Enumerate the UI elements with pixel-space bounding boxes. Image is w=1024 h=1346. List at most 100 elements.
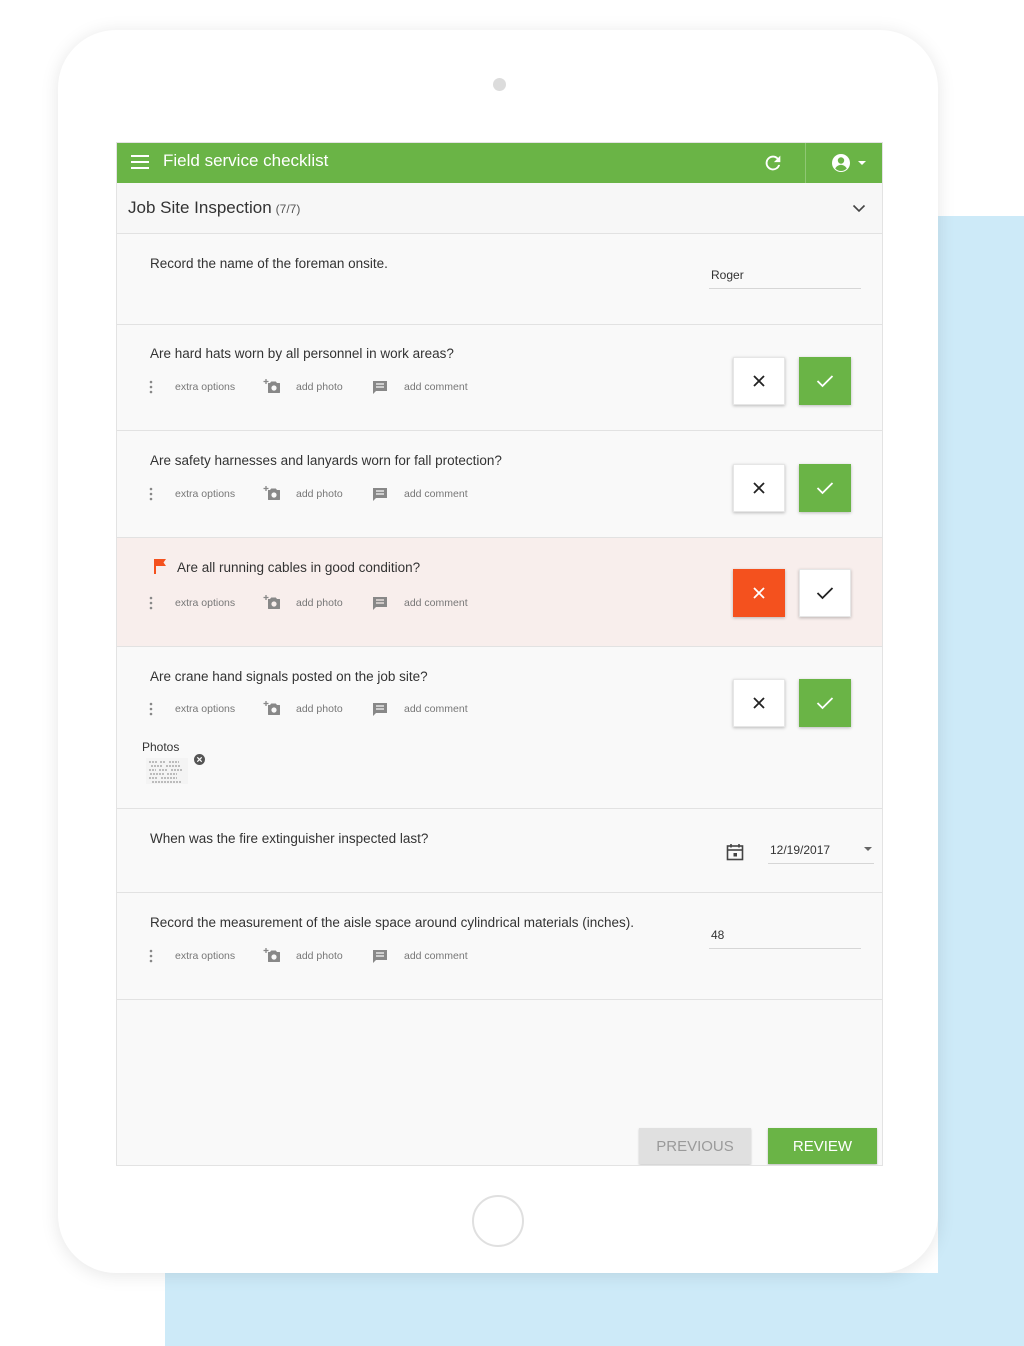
add-photo-icon bbox=[263, 701, 280, 715]
add-photo-icon bbox=[263, 379, 280, 393]
add-comment-button[interactable]: add comment bbox=[372, 485, 468, 503]
question-text: Record the name of the foreman onsite. bbox=[150, 256, 388, 271]
remove-photo-icon[interactable] bbox=[194, 754, 205, 765]
add-comment-label: add comment bbox=[404, 381, 468, 393]
question-text: When was the fire extinguisher inspected… bbox=[150, 831, 429, 846]
comment-icon bbox=[373, 596, 387, 610]
question-text: Record the measurement of the aisle spac… bbox=[150, 915, 634, 930]
more-vert-icon bbox=[149, 949, 153, 963]
app-bar: Field service checklist bbox=[117, 143, 882, 183]
extra-options-button[interactable]: extra options bbox=[148, 947, 235, 965]
answer-yes-button[interactable] bbox=[799, 569, 851, 617]
check-icon bbox=[816, 587, 834, 600]
extra-options-button[interactable]: extra options bbox=[148, 594, 235, 612]
extra-options-label: extra options bbox=[175, 950, 236, 962]
menu-icon[interactable] bbox=[131, 155, 149, 169]
comment-icon bbox=[373, 702, 387, 716]
caret-down-icon bbox=[864, 847, 872, 851]
check-icon bbox=[816, 375, 834, 388]
question-text: Are safety harnesses and lanyards worn f… bbox=[150, 453, 502, 468]
check-icon bbox=[816, 697, 834, 710]
app-screen: Field service checklist Job Site Inspect… bbox=[116, 142, 883, 1166]
question-text: Are all running cables in good condition… bbox=[177, 560, 421, 575]
extra-options-button[interactable]: extra options bbox=[148, 378, 235, 396]
add-comment-label: add comment bbox=[404, 950, 468, 962]
answer-yes-button[interactable] bbox=[799, 357, 851, 405]
review-button[interactable]: REVIEW bbox=[768, 1128, 877, 1164]
add-photo-label: add photo bbox=[296, 703, 343, 715]
close-icon bbox=[753, 482, 765, 494]
add-photo-button[interactable]: add photo bbox=[263, 947, 343, 965]
section-title: Job Site Inspection (7/7) bbox=[128, 198, 300, 218]
date-value: 12/19/2017 bbox=[770, 843, 831, 857]
answer-no-button[interactable] bbox=[733, 679, 785, 727]
extra-options-label: extra options bbox=[175, 703, 236, 715]
more-vert-icon bbox=[149, 596, 153, 610]
background-decoration bbox=[938, 216, 1024, 1346]
check-icon bbox=[816, 482, 834, 495]
question-text: Are crane hand signals posted on the job… bbox=[150, 669, 428, 684]
add-photo-button[interactable]: add photo bbox=[263, 700, 343, 718]
account-circle-icon[interactable] bbox=[831, 151, 871, 175]
section-title-text: Job Site Inspection bbox=[128, 198, 272, 217]
comment-icon bbox=[373, 487, 387, 501]
more-vert-icon bbox=[149, 487, 153, 501]
extra-options-label: extra options bbox=[175, 488, 236, 500]
comment-icon bbox=[373, 949, 387, 963]
chevron-down-icon[interactable] bbox=[851, 200, 867, 216]
extra-options-button[interactable]: extra options bbox=[148, 700, 235, 718]
question-row-harnesses: Are safety harnesses and lanyards worn f… bbox=[117, 431, 882, 538]
extra-options-label: extra options bbox=[175, 381, 236, 393]
add-comment-button[interactable]: add comment bbox=[372, 378, 468, 396]
app-title: Field service checklist bbox=[163, 151, 329, 170]
more-vert-icon bbox=[149, 702, 153, 716]
section-progress-count: (7/7) bbox=[275, 202, 301, 216]
close-icon bbox=[753, 375, 765, 387]
answer-yes-button[interactable] bbox=[799, 464, 851, 512]
measurement-input[interactable] bbox=[709, 928, 861, 949]
answer-no-button[interactable] bbox=[733, 357, 785, 405]
flag-icon[interactable] bbox=[153, 558, 168, 574]
close-icon bbox=[753, 587, 765, 599]
background-decoration-bottom bbox=[165, 1273, 1024, 1346]
photo-thumbnail[interactable] bbox=[146, 758, 188, 784]
add-photo-button[interactable]: add photo bbox=[263, 378, 343, 396]
question-text: Are hard hats worn by all personnel in w… bbox=[150, 346, 454, 361]
extra-options-button[interactable]: extra options bbox=[148, 485, 235, 503]
question-row-fire-extinguisher: When was the fire extinguisher inspected… bbox=[117, 809, 882, 893]
previous-button[interactable]: PREVIOUS bbox=[639, 1128, 751, 1164]
add-comment-label: add comment bbox=[404, 488, 468, 500]
calendar-icon[interactable] bbox=[726, 843, 744, 861]
add-photo-icon bbox=[263, 948, 280, 962]
foreman-name-input[interactable] bbox=[709, 268, 861, 289]
photos-label: Photos bbox=[142, 740, 180, 754]
answer-yes-button[interactable] bbox=[799, 679, 851, 727]
date-picker[interactable]: 12/19/2017 bbox=[768, 841, 874, 864]
refresh-icon[interactable] bbox=[762, 152, 784, 174]
section-header[interactable]: Job Site Inspection (7/7) bbox=[117, 183, 882, 234]
comment-icon bbox=[373, 380, 387, 394]
question-row-aisle-space: Record the measurement of the aisle spac… bbox=[117, 893, 882, 1000]
add-photo-label: add photo bbox=[296, 597, 343, 609]
extra-options-label: extra options bbox=[175, 597, 236, 609]
add-photo-label: add photo bbox=[296, 488, 343, 500]
tablet-home-button bbox=[472, 1195, 524, 1247]
add-photo-icon bbox=[263, 486, 280, 500]
app-bar-divider bbox=[805, 143, 806, 183]
add-comment-button[interactable]: add comment bbox=[372, 947, 468, 965]
add-photo-button[interactable]: add photo bbox=[263, 594, 343, 612]
add-comment-button[interactable]: add comment bbox=[372, 594, 468, 612]
answer-no-button[interactable] bbox=[733, 569, 785, 617]
tablet-camera bbox=[493, 78, 506, 91]
more-vert-icon bbox=[149, 380, 153, 394]
question-row-running-cables: Are all running cables in good condition… bbox=[117, 538, 882, 647]
add-photo-icon bbox=[263, 595, 280, 609]
add-photo-button[interactable]: add photo bbox=[263, 485, 343, 503]
add-comment-button[interactable]: add comment bbox=[372, 700, 468, 718]
add-comment-label: add comment bbox=[404, 597, 468, 609]
answer-no-button[interactable] bbox=[733, 464, 785, 512]
question-row-hard-hats: Are hard hats worn by all personnel in w… bbox=[117, 325, 882, 431]
question-row-foreman: Record the name of the foreman onsite. bbox=[117, 234, 882, 325]
close-icon bbox=[753, 697, 765, 709]
add-comment-label: add comment bbox=[404, 703, 468, 715]
